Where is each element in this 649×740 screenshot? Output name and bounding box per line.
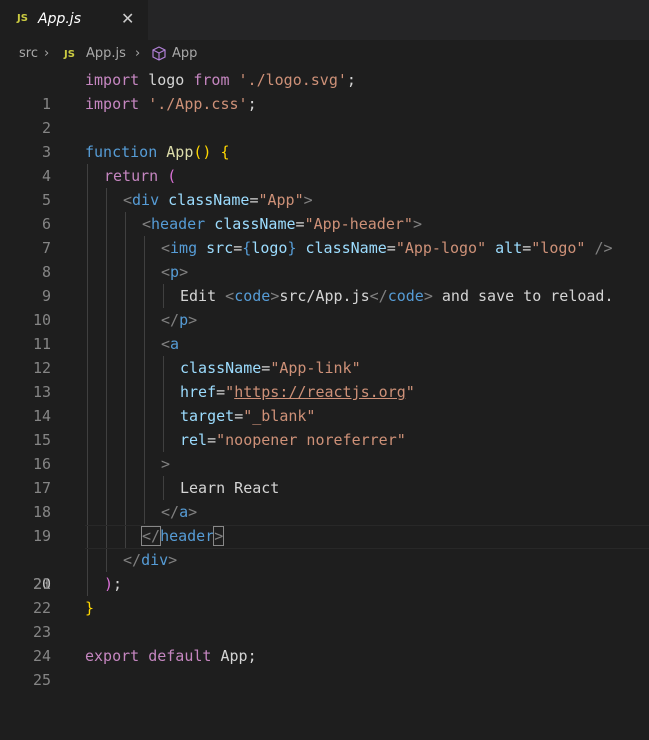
breadcrumb-symbol[interactable]: App (172, 46, 197, 61)
code-line-24: 24 (32, 647, 51, 665)
code-line-5: 5 return ( (41, 167, 177, 209)
code-line-17: 17 > (32, 455, 171, 497)
chevron-right-icon: › (135, 46, 141, 61)
bracket-match: > (213, 526, 225, 546)
close-icon[interactable]: ✕ (121, 9, 134, 28)
tab-title: App.js (38, 11, 81, 27)
code-line-16: 16 rel="noopener noreferrer" (32, 431, 406, 473)
code-line-6: 6 <div className="App"> (41, 191, 313, 233)
breadcrumb: src › JS App.js › App (0, 44, 649, 66)
chevron-right-icon: › (44, 46, 50, 61)
javascript-file-icon: JS (17, 13, 28, 24)
bracket-match: </ (140, 526, 162, 546)
code-line-13: 13 className="App-link" (32, 359, 361, 401)
code-line-1: 1 import logo from './logo.svg'; (41, 71, 356, 113)
code-line-12: 12 <a (32, 335, 180, 377)
code-line-20: 20 </header> (0, 524, 649, 593)
code-line-23: 23 } (32, 599, 95, 641)
breadcrumb-folder[interactable]: src (19, 46, 38, 61)
javascript-file-icon: JS (64, 49, 75, 60)
code-line-8: 8 <img src={logo} className="App-logo" a… (41, 239, 613, 281)
code-line-7: 7 <header className="App-header"> (41, 215, 422, 257)
code-line-21: 21 </div> (32, 551, 178, 593)
code-line-3: 3 (41, 143, 51, 161)
code-editor[interactable]: 1 import logo from './logo.svg'; 2 impor… (0, 68, 649, 689)
symbol-cube-icon (152, 46, 166, 63)
code-line-10: 10 Edit <code>src/App.js</code> and save… (32, 287, 614, 329)
code-line-2: 2 import './App.css'; (41, 95, 257, 137)
breadcrumb-file[interactable]: App.js (86, 46, 126, 61)
code-line-18: 18 Learn React (32, 479, 280, 521)
code-line-14: 14 href="https://reactjs.org" (32, 383, 415, 425)
code-line-9: 9 <p> (41, 263, 189, 305)
url-link[interactable]: https://reactjs.org (234, 383, 406, 401)
code-line-19: 19 </a> (32, 503, 198, 545)
tab-bar: JS App.js ✕ (0, 0, 649, 40)
code-line-25: 25 export default App; (32, 647, 257, 689)
code-line-22: 22 ); (32, 575, 123, 617)
code-line-4: 4 function App() { (41, 143, 230, 185)
code-line-11: 11 </p> (32, 311, 198, 353)
code-line-15: 15 target="_blank" (32, 407, 316, 449)
tab-app-js[interactable]: JS App.js ✕ (0, 0, 149, 40)
